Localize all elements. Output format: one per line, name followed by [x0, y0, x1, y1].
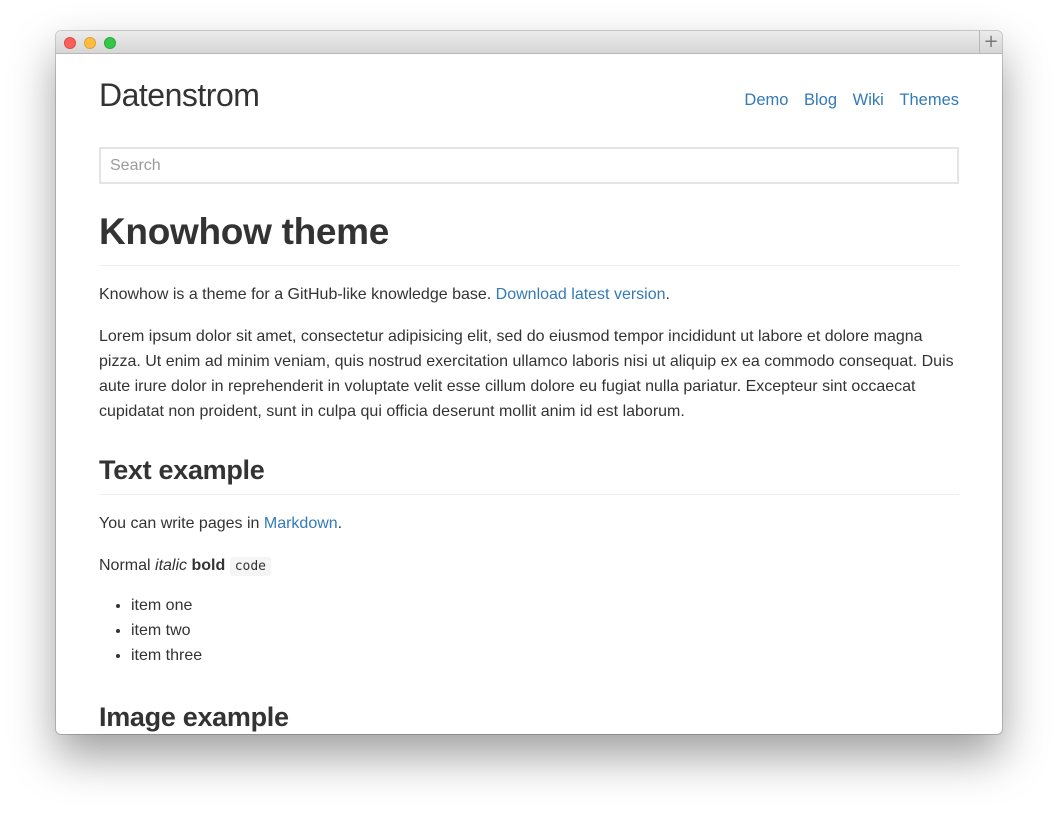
markdown-text: You can write pages in	[99, 515, 260, 532]
markdown-paragraph: You can write pages in Markdown.	[99, 511, 959, 536]
list-item: item one	[131, 593, 959, 618]
normal-text: Normal	[99, 557, 151, 574]
italic-text: italic	[155, 557, 188, 574]
page-content: Datenstrom Demo Blog Wiki Themes Knowhow…	[99, 54, 959, 734]
new-tab-button[interactable]: +	[979, 31, 1002, 54]
lorem-paragraph: Lorem ipsum dolor sit amet, consectetur …	[99, 328, 954, 420]
formatting-paragraph: Normal italic bold code	[99, 553, 959, 579]
site-header: Datenstrom Demo Blog Wiki Themes	[99, 54, 959, 147]
search-input[interactable]	[99, 147, 959, 184]
maximize-window-button[interactable]	[104, 37, 116, 49]
download-link[interactable]: Download latest version	[496, 286, 666, 303]
nav-item-blog[interactable]: Blog	[804, 91, 837, 109]
minimize-window-button[interactable]	[84, 37, 96, 49]
code-text: code	[229, 557, 272, 576]
image-example-heading: Image example	[99, 702, 289, 732]
intro-text: Knowhow is a theme for a GitHub-like kno…	[99, 286, 492, 303]
browser-window: + Datenstrom Demo Blog Wiki Themes Knowh…	[56, 31, 1002, 734]
close-window-button[interactable]	[64, 37, 76, 49]
text-example-heading: Text example	[99, 454, 959, 495]
list-item: item two	[131, 618, 959, 643]
site-title[interactable]: Datenstrom	[99, 77, 260, 114]
nav-item-wiki[interactable]: Wiki	[853, 91, 884, 109]
list-item: item three	[131, 643, 959, 668]
title-bar: +	[56, 31, 1002, 54]
intro-paragraph: Knowhow is a theme for a GitHub-like kno…	[99, 282, 959, 307]
bold-text: bold	[191, 557, 226, 574]
markdown-end: .	[337, 515, 343, 532]
example-list: item one item two item three	[99, 593, 959, 668]
nav-item-demo[interactable]: Demo	[744, 91, 788, 109]
site-nav: Demo Blog Wiki Themes	[733, 91, 959, 110]
page-title: Knowhow theme	[99, 211, 959, 266]
intro-end: .	[665, 286, 670, 303]
nav-item-themes[interactable]: Themes	[899, 91, 959, 109]
markdown-link[interactable]: Markdown	[264, 515, 338, 532]
